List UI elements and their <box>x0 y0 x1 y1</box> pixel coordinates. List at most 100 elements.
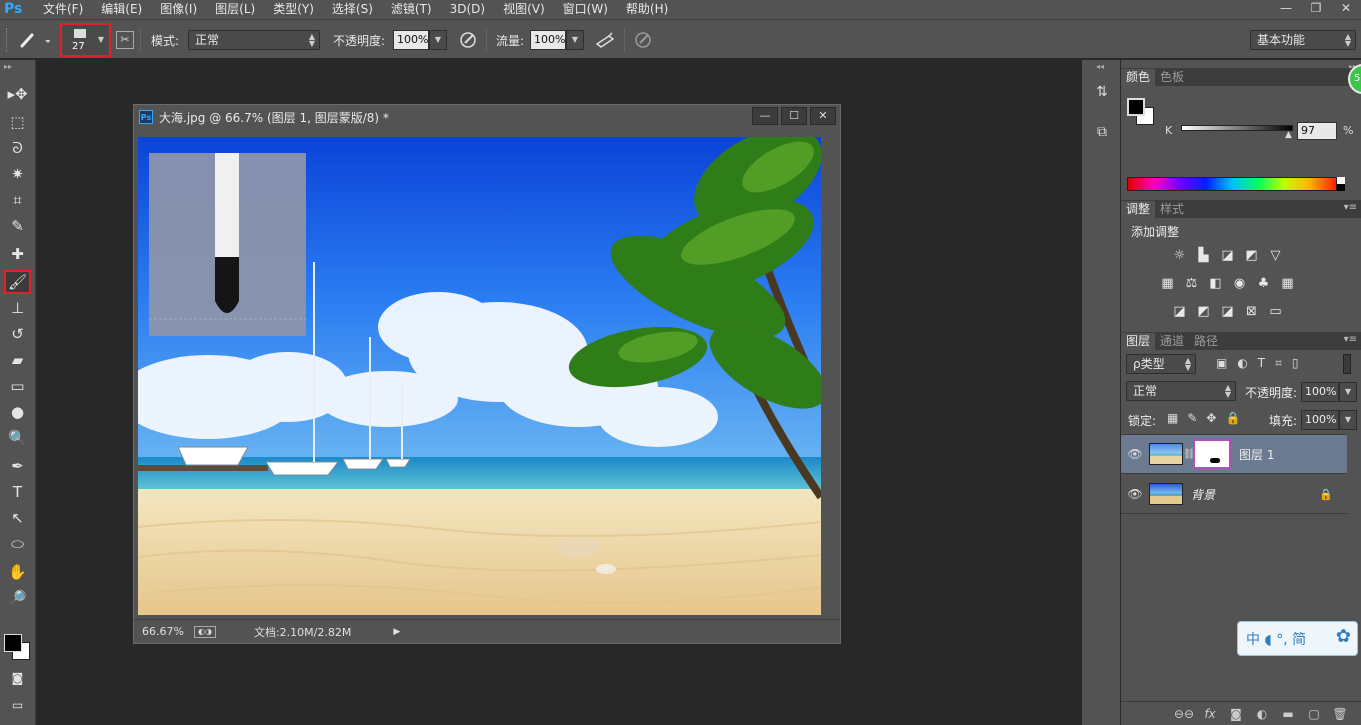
tab-channels[interactable]: 通道 <box>1155 333 1189 350</box>
opacity-input[interactable]: 100% <box>393 30 429 50</box>
vibrance-icon[interactable]: ▽ <box>1267 249 1284 263</box>
status-menu-arrow-icon[interactable]: ▶ <box>393 627 400 637</box>
dodge-tool-icon[interactable]: 🔍 <box>4 426 31 450</box>
fill-dropdown[interactable]: ▼ <box>1339 410 1357 430</box>
layer-opacity-input[interactable]: 100% <box>1301 382 1339 402</box>
mode-select[interactable]: 正常 ▲ ▼ <box>188 30 320 50</box>
panel-menu-icon[interactable]: ▾≡ <box>1344 334 1357 345</box>
zoom-level[interactable]: 66.67% <box>142 625 184 638</box>
brush-size-picker[interactable]: 27 ▼ <box>60 20 111 60</box>
foreground-color-swatch[interactable] <box>1127 98 1145 116</box>
flow-dropdown[interactable]: ▼ <box>566 30 584 50</box>
close-button[interactable]: ✕ <box>1331 0 1361 19</box>
tab-paths[interactable]: 路径 <box>1189 333 1223 350</box>
tab-color[interactable]: 颜色 <box>1121 69 1156 86</box>
menu-select[interactable]: 选择(S) <box>323 0 382 19</box>
eyedropper-tool-icon[interactable]: ✎ <box>4 214 31 238</box>
layer-row-layer1[interactable]: 👁 ⛓ 图层 1 <box>1121 435 1347 474</box>
visibility-eye-icon[interactable]: 👁 <box>1121 487 1149 501</box>
tab-layers[interactable]: 图层 <box>1121 333 1156 350</box>
threshold-icon[interactable]: ◪ <box>1219 305 1236 319</box>
pressure-size-button[interactable] <box>633 20 653 60</box>
black-swatch[interactable] <box>1337 184 1345 191</box>
layer-filter-icons[interactable]: ▣◐T⌗▯ <box>1216 356 1309 371</box>
quick-mask-icon[interactable]: ◙ <box>4 666 31 690</box>
brush-panel-toggle[interactable]: ✂ <box>116 20 134 60</box>
adjustment-layer-icon[interactable]: ◐ <box>1249 707 1275 721</box>
tab-styles[interactable]: 样式 <box>1155 201 1189 218</box>
k-slider-track[interactable] <box>1181 125 1293 131</box>
hue-saturation-icon[interactable]: ▦ <box>1159 277 1176 291</box>
lasso-tool-icon[interactable]: ᘐ <box>4 136 31 160</box>
restore-button[interactable]: ❐ <box>1301 0 1331 19</box>
workspace-select[interactable]: 基本功能 ▲ ▼ <box>1250 30 1356 50</box>
menu-edit[interactable]: 编辑(E) <box>92 0 151 19</box>
black-white-icon[interactable]: ◧ <box>1207 277 1224 291</box>
magic-wand-tool-icon[interactable]: ✷ <box>4 162 31 186</box>
layer-opacity-dropdown[interactable]: ▼ <box>1339 382 1357 402</box>
blend-mode-select[interactable]: 正常 ▲ ▼ <box>1126 381 1236 401</box>
layer-mask-thumbnail[interactable] <box>1193 439 1231 469</box>
tab-swatches[interactable]: 色板 <box>1155 69 1189 86</box>
ellipse-tool-icon[interactable]: ⬭ <box>4 532 31 556</box>
new-group-icon[interactable]: ▬ <box>1275 707 1301 721</box>
flow-input[interactable]: 100% <box>530 30 566 50</box>
ime-toolbar[interactable]: 中 ◖ °, 简 ✿ <box>1237 621 1358 656</box>
visibility-eye-icon[interactable]: 👁 <box>1121 447 1149 461</box>
panel-menu-icon[interactable]: ▾≡ <box>1344 202 1357 213</box>
brightness-contrast-icon[interactable]: ☼ <box>1171 249 1188 263</box>
menu-help[interactable]: 帮助(H) <box>617 0 677 19</box>
slider-thumb-icon[interactable]: ▲ <box>1285 130 1292 140</box>
clone-stamp-tool-icon[interactable]: ⊥ <box>4 296 31 320</box>
link-icon[interactable]: ⛓ <box>1183 449 1196 460</box>
gradient-map-icon[interactable]: ⊠ <box>1243 305 1260 319</box>
menu-view[interactable]: 视图(V) <box>494 0 554 19</box>
invert-icon[interactable]: ◪ <box>1171 305 1188 319</box>
layer-filter-select[interactable]: ρ类型 ▲ ▼ <box>1126 354 1196 374</box>
pen-tool-icon[interactable]: ✒ <box>4 454 31 478</box>
posterize-icon[interactable]: ◩ <box>1195 305 1212 319</box>
lock-icons[interactable]: ▦✎✥🔒 <box>1167 411 1249 425</box>
color-panel-swatches[interactable] <box>1127 98 1155 126</box>
menu-window[interactable]: 窗口(W) <box>554 0 617 19</box>
fill-input[interactable]: 100% <box>1301 410 1339 430</box>
color-swatches[interactable] <box>2 632 34 664</box>
tab-adjustments[interactable]: 调整 <box>1121 201 1156 218</box>
document-canvas[interactable] <box>138 137 821 615</box>
layer-name[interactable]: 图层 1 <box>1239 446 1274 463</box>
color-balance-icon[interactable]: ⚖ <box>1183 277 1200 291</box>
menu-image[interactable]: 图像(I) <box>151 0 206 19</box>
screen-mode-icon[interactable]: ▭ <box>4 693 31 717</box>
hand-tool-icon[interactable]: ✋ <box>4 560 31 584</box>
channel-mixer-icon[interactable]: ♣ <box>1255 277 1272 291</box>
add-mask-icon[interactable]: ◙ <box>1223 707 1249 721</box>
curves-icon[interactable]: ◪ <box>1219 249 1236 263</box>
brush-tool-icon[interactable]: 🖌 <box>4 270 31 294</box>
opacity-dropdown[interactable]: ▼ <box>429 30 447 50</box>
filter-toggle[interactable] <box>1343 354 1351 374</box>
menu-type[interactable]: 类型(Y) <box>264 0 323 19</box>
ime-status[interactable]: 中 ◖ °, 简 <box>1246 629 1306 649</box>
blur-tool-icon[interactable]: ● <box>4 400 31 424</box>
doc-close-button[interactable]: ✕ <box>810 107 836 125</box>
healing-brush-tool-icon[interactable]: ✚ <box>4 242 31 266</box>
doc-maximize-button[interactable]: ☐ <box>781 107 807 125</box>
menu-layer[interactable]: 图层(L) <box>206 0 264 19</box>
pressure-opacity-button[interactable] <box>458 20 478 60</box>
airbrush-button[interactable] <box>594 20 616 60</box>
color-spectrum-bar[interactable] <box>1127 177 1337 191</box>
history-panel-icon[interactable]: ⇅ <box>1090 80 1114 104</box>
k-value-input[interactable]: 97 <box>1297 122 1337 140</box>
doc-minimize-button[interactable]: — <box>752 107 778 125</box>
selective-color-icon[interactable]: ▭ <box>1267 305 1284 319</box>
crop-tool-icon[interactable]: ⌗ <box>4 188 31 212</box>
gradient-tool-icon[interactable]: ▭ <box>4 374 31 398</box>
levels-icon[interactable]: ▙ <box>1195 249 1212 263</box>
history-brush-tool-icon[interactable]: ↺ <box>4 322 31 346</box>
marquee-tool-icon[interactable]: ⬚ <box>4 110 31 134</box>
collapse-arrows-icon[interactable]: ▸▸ <box>4 62 12 71</box>
3d-panel-icon[interactable]: ⧉ <box>1090 120 1114 144</box>
layer-style-icon[interactable]: fx <box>1197 707 1223 721</box>
menu-filter[interactable]: 滤镜(T) <box>382 0 441 19</box>
path-selection-tool-icon[interactable]: ↖ <box>4 506 31 530</box>
